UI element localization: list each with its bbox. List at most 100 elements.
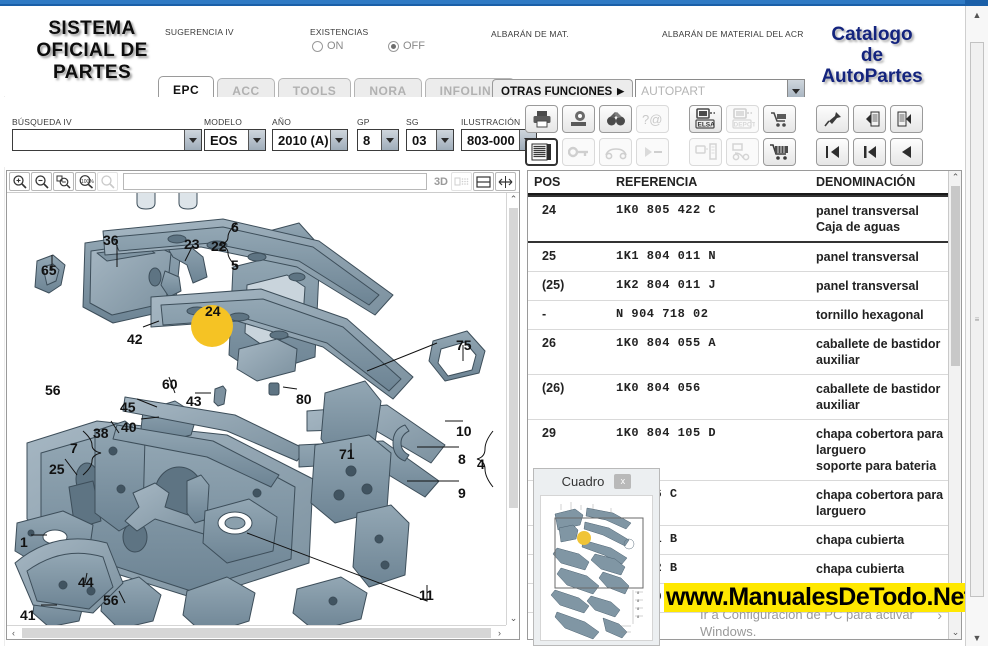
callout-label: 36 [103, 232, 119, 248]
diagram-callout-44[interactable]: 44 [78, 574, 94, 590]
diagram-callout-1[interactable]: 1 [20, 534, 28, 550]
diagram-vscrollbar[interactable]: ⌃ ⌄ [506, 193, 519, 625]
elsa-icon[interactable]: ELSA [689, 105, 722, 133]
diagram-callout-8[interactable]: 8 [458, 451, 466, 467]
gp-select[interactable]: 8 [357, 129, 399, 151]
binoculars-icon[interactable] [599, 105, 632, 133]
print-preview-icon[interactable] [562, 105, 595, 133]
chevron-down-icon[interactable] [184, 130, 201, 150]
diagram-callout-10[interactable]: 10 [456, 423, 472, 439]
diagram-callout-40[interactable]: 40 [121, 419, 137, 435]
list-view-icon[interactable] [525, 138, 558, 166]
cuadro-thumbnail[interactable]: 88 88 [540, 495, 653, 641]
table-row[interactable]: 24 1K0 805 422 C panel transversal Caja de… [528, 195, 961, 243]
callout-label: 43 [186, 393, 202, 409]
scroll-down-icon[interactable]: ⌄ [507, 612, 520, 625]
diagram-callout-5[interactable]: 5 [231, 257, 239, 273]
existencias-off-radio[interactable]: OFF [388, 40, 425, 55]
prev-doc-icon[interactable] [853, 105, 886, 133]
zoom-region-icon[interactable] [53, 172, 74, 191]
diagram-callout-25[interactable]: 25 [49, 461, 65, 477]
cart-arrow-icon[interactable] [763, 105, 796, 133]
diagram-callout-23[interactable]: 23 [184, 236, 200, 252]
cell-pos: (26) [542, 381, 565, 395]
window-vscrollbar[interactable]: ▲ ≡ ▼ [965, 6, 988, 646]
diagram-callout-4[interactable]: 4 [477, 456, 485, 472]
cell-pos: (25) [542, 278, 565, 292]
prev-page-icon[interactable] [853, 138, 886, 166]
existencias-on-radio[interactable]: ON [312, 40, 344, 55]
diagram-callout-41[interactable]: 41 [20, 607, 36, 623]
print-icon[interactable] [525, 105, 558, 133]
diagram-callout-75[interactable]: 75 [456, 337, 472, 353]
diagram-callout-56[interactable]: 56 [45, 382, 61, 398]
table-scroll-up-icon[interactable]: ⌃ [949, 171, 961, 184]
busqueda-input[interactable] [12, 129, 202, 151]
zoom-out-icon[interactable] [31, 172, 52, 191]
first-page-icon[interactable] [816, 138, 849, 166]
diagram-callout-24[interactable]: 24 [205, 303, 221, 319]
diagram-callout-38[interactable]: 38 [93, 425, 109, 441]
table-vscroll-thumb[interactable] [950, 186, 960, 366]
chevron-down-icon[interactable] [248, 130, 265, 150]
scroll-up-icon[interactable]: ⌃ [507, 193, 520, 206]
zoom-in-icon[interactable] [9, 172, 30, 191]
diagram-search-input[interactable] [123, 173, 427, 190]
next-doc-icon[interactable] [890, 105, 923, 133]
threed-icon: 3D [433, 175, 448, 188]
diagram-callout-43[interactable]: 43 [186, 393, 202, 409]
diagram-canvas[interactable]: 36 65 23 22 6 5 24 42 75 56 60 43 80 45 40 38 7 10 71 8 4 9 25… [7, 193, 506, 625]
cell-referencia: 1K2 804 011 J [616, 278, 717, 292]
table-row[interactable]: 25 1K1 804 011 N panel transversal [528, 243, 961, 272]
diagram-callout-22[interactable]: 22 [211, 238, 227, 254]
diagram-vscroll-thumb[interactable] [508, 208, 518, 508]
site-watermark: www.ManualesDeTodo.Net [664, 583, 974, 612]
fit-width-icon[interactable] [495, 172, 516, 191]
diagram-hscroll-thumb[interactable] [22, 627, 491, 638]
table-scroll-down-icon[interactable]: ⌄ [949, 626, 961, 639]
table-row[interactable]: (26) 1K0 804 056 caballete de bastidor aux… [528, 375, 961, 420]
table-row[interactable]: (25) 1K2 804 011 J panel transversal [528, 272, 961, 301]
logo-line-2: OFICIAL DE [36, 40, 148, 61]
window-vscroll-thumb[interactable]: ≡ [970, 42, 984, 597]
key-icon [562, 138, 595, 166]
window-scroll-down-icon[interactable]: ▼ [966, 629, 988, 646]
svg-text:100%: 100% [81, 179, 94, 185]
pin-icon[interactable] [816, 105, 849, 133]
diagram-callout-6[interactable]: 6 [231, 219, 239, 235]
diagram-callout-11[interactable]: 11 [419, 587, 434, 603]
diagram-callout-45[interactable]: 45 [120, 399, 136, 415]
diagram-callout-60[interactable]: 60 [162, 376, 178, 392]
zoom-100-icon[interactable]: 100% [75, 172, 96, 191]
scroll-left-icon[interactable]: ‹ [7, 626, 20, 639]
window-scroll-up-icon[interactable]: ▲ [966, 6, 988, 23]
diagram-callout-42[interactable]: 42 [127, 331, 143, 347]
diagram-callout-80[interactable]: 80 [296, 391, 312, 407]
cell-denominacion: panel transversal [816, 279, 919, 293]
table-row[interactable]: 26 1K0 804 055 A caballete de bastidor aux… [528, 330, 961, 375]
cart-icon[interactable] [763, 138, 796, 166]
column-header-referencia: REFERENCIA [616, 175, 698, 189]
diagram-callout-7[interactable]: 7 [70, 440, 78, 456]
chevron-down-icon[interactable] [381, 130, 398, 150]
split-view-icon[interactable] [473, 172, 494, 191]
chevron-down-icon[interactable] [330, 130, 347, 150]
sg-select[interactable]: 03 [406, 129, 454, 151]
filter-sg-label: SG [406, 117, 419, 127]
diagram-hscrollbar[interactable]: ‹ › [7, 625, 506, 639]
diagram-callout-56[interactable]: 56 [103, 592, 119, 608]
scroll-right-icon[interactable]: › [493, 626, 506, 639]
diagram-callout-9[interactable]: 9 [458, 485, 466, 501]
table-row[interactable]: - N 904 718 02 tornillo hexagonal [528, 301, 961, 330]
close-icon[interactable]: x [614, 473, 632, 489]
modelo-select[interactable]: EOS [204, 129, 266, 151]
ano-select[interactable]: 2010 (A) [272, 129, 348, 151]
diagram-callout-65[interactable]: 65 [41, 262, 57, 278]
header: SISTEMA OFICIAL DE PARTES SUGERENCIA IV … [0, 6, 962, 103]
diagram-callout-71[interactable]: 71 [339, 446, 355, 462]
callout-label: 25 [49, 461, 65, 477]
back-icon[interactable] [890, 138, 923, 166]
diagram-callout-36[interactable]: 36 [103, 232, 119, 248]
parts-table-vscrollbar[interactable]: ⌃ ⌄ [948, 171, 961, 639]
chevron-down-icon[interactable] [436, 130, 453, 150]
